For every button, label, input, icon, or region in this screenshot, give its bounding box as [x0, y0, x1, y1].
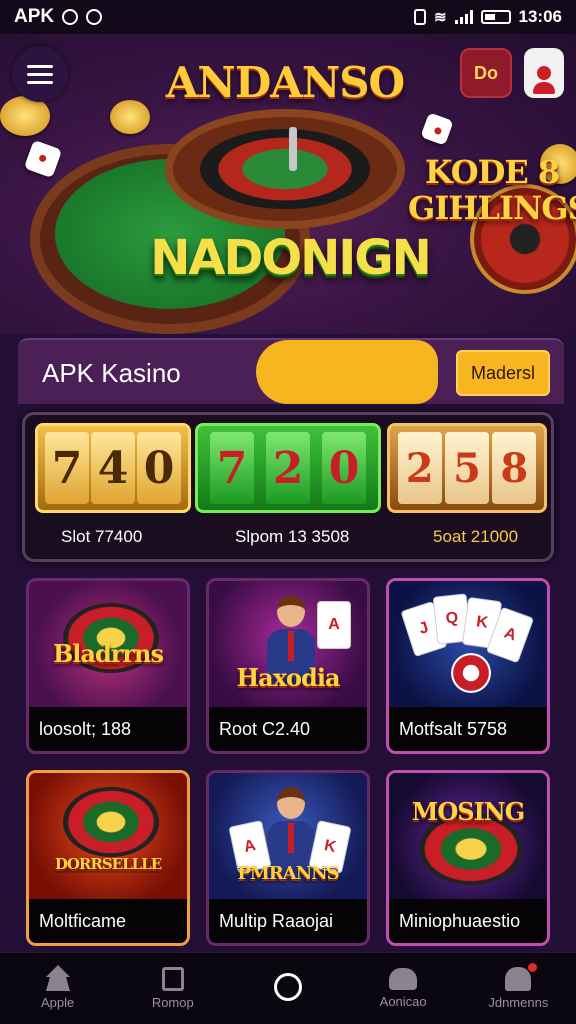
nav-label: Aonicao — [379, 994, 427, 1009]
sync-icon — [62, 9, 79, 25]
carrier-label: APK — [14, 6, 55, 27]
hamburger-icon — [27, 64, 53, 68]
slot-reel: 5 — [444, 432, 489, 504]
home-icon — [45, 965, 71, 991]
bottom-navigation: Apple Romop Aonicao Jdnmenns — [0, 952, 576, 1024]
side-promo-text: KODE 8 GIHLINGS — [408, 154, 576, 226]
hero-title: NADONIGN — [150, 230, 432, 286]
clock: 13:06 — [518, 7, 562, 26]
bonus-badge-button[interactable]: Do — [460, 48, 512, 98]
circle-home-icon — [273, 972, 302, 1001]
menu-button[interactable] — [12, 46, 68, 102]
hamburger-line — [27, 80, 53, 84]
slot-machine-3[interactable]: 2 5 8 — [387, 423, 547, 513]
slot-reel: 4 — [91, 432, 135, 504]
game-art: DORRSELLLE — [29, 773, 187, 899]
nav-item-apple[interactable]: Apple — [10, 965, 106, 1010]
game-art: MOSING — [389, 773, 547, 899]
game-card[interactable]: MOSING Miniophuaestio — [386, 770, 550, 946]
game-card[interactable]: Bladrrns loosolt; 188 — [26, 578, 190, 754]
slot-reel: 8 — [492, 432, 537, 504]
promo-pill[interactable] — [256, 340, 438, 404]
profile-icon — [505, 963, 538, 991]
game-caption: loosolt; 188 — [29, 707, 187, 751]
signal-icon — [454, 10, 473, 24]
dice-icon — [420, 112, 454, 146]
wifi-icon: ≋ — [433, 9, 447, 26]
nav-item-aonicao[interactable]: Aonicao — [355, 968, 451, 1009]
group-icon — [389, 968, 418, 990]
slot-reel: 0 — [137, 432, 181, 504]
side-promo-line: KODE 8 — [424, 153, 560, 191]
chip-icon — [451, 653, 491, 693]
slot-machine-1[interactable]: 7 4 0 — [35, 423, 191, 513]
game-caption: Multip Raaojai — [209, 899, 367, 943]
slot-caption: Slot 77400 — [61, 527, 143, 546]
game-caption: Motfsalt 5758 — [389, 707, 547, 751]
nav-label: Apple — [40, 995, 75, 1010]
game-caption: Moltficame — [29, 899, 187, 943]
document-icon — [161, 967, 184, 991]
avatar-icon — [533, 66, 555, 94]
game-logo: MOSING — [411, 797, 525, 826]
game-caption: Miniophuaestio — [389, 899, 547, 943]
slots-panel: 7 4 0 7 2 0 2 5 8 Slot 77400 Slpom 13 35… — [22, 412, 554, 562]
battery-icon — [480, 10, 511, 24]
nav-item-jdnmenns[interactable]: Jdnmenns — [470, 963, 566, 1010]
slot-reel: 7 — [210, 432, 254, 504]
profile-button[interactable] — [524, 48, 564, 98]
game-card[interactable]: DORRSELLLE Moltficame — [26, 770, 190, 946]
promo-label: APK Kasino — [42, 358, 181, 388]
game-card[interactable]: A K PMRANNS Multip Raaojai — [206, 770, 370, 946]
game-logo: PMRANNS — [237, 863, 339, 884]
nav-label: Romop — [151, 995, 194, 1010]
status-bar: APK ≋ 13:06 — [0, 0, 576, 34]
card-icon: A — [317, 601, 351, 649]
jackpot-icon — [63, 787, 159, 857]
game-caption: Root C2.40 — [209, 707, 367, 751]
game-card[interactable]: A Haxodia Root C2.40 — [206, 578, 370, 754]
nav-label: Jdnmenns — [488, 995, 549, 1010]
slot-reel: 2 — [397, 432, 442, 504]
dice-icon — [23, 139, 63, 179]
slot-reel: 2 — [266, 432, 310, 504]
nav-item-home[interactable] — [240, 972, 336, 1005]
nav-item-romop[interactable]: Romop — [125, 967, 221, 1010]
hero-banner[interactable]: KODE 8 GIHLINGS NADONIGN ANDANSO Do — [0, 34, 576, 334]
coin-icon — [110, 100, 150, 134]
slot-machine-2[interactable]: 7 2 0 — [195, 423, 381, 513]
game-card[interactable]: J Q K A Motfsalt 5758 — [386, 578, 550, 754]
slot-caption: 5oat 21000 — [433, 527, 519, 546]
game-logo: DORRSELLLE — [54, 855, 162, 873]
game-art: A K PMRANNS — [209, 773, 367, 899]
promo-button[interactable]: Madersl — [456, 350, 550, 396]
game-logo: Bladrrns — [53, 639, 164, 668]
notification-icon — [86, 9, 103, 25]
slot-reel: 7 — [45, 432, 89, 504]
roulette-wheel — [165, 109, 405, 229]
promo-bar: APK Kasino Madersl — [18, 338, 564, 404]
coin-icon — [0, 96, 50, 136]
brand-logo: ANDANSO — [165, 58, 405, 107]
game-art: A Haxodia — [209, 581, 367, 707]
game-logo: Haxodia — [236, 663, 341, 692]
slot-reel: 0 — [322, 432, 366, 504]
slot-caption: Slpom 13 3508 — [235, 527, 350, 546]
side-promo-line: GIHLINGS — [408, 189, 576, 227]
hamburger-line — [27, 72, 53, 76]
game-art: J Q K A — [389, 581, 547, 707]
game-art: Bladrrns — [29, 581, 187, 707]
vibrate-icon — [413, 9, 426, 25]
